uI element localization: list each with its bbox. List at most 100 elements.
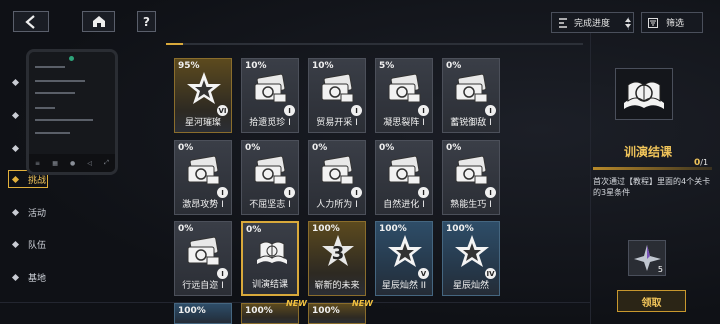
card-percent: 100% <box>312 306 340 316</box>
sort-arrows-icon <box>625 18 631 28</box>
card-title: 星河璀璨 <box>184 118 221 128</box>
card-title: 拾遗觅珍 I <box>249 118 291 128</box>
menu-icon: ≡ <box>35 159 41 167</box>
star-icon <box>453 233 491 269</box>
achievement-card[interactable]: 10% I 贸易开采 I <box>308 58 366 133</box>
achievement-card[interactable]: 0% 训演结课 <box>241 221 299 296</box>
diamond-icon <box>11 208 20 216</box>
text-line <box>35 80 85 82</box>
diamond-icon <box>11 175 20 183</box>
text-line <box>35 132 70 134</box>
achievement-card[interactable]: 95% VI 星河璀璨 <box>174 58 232 133</box>
diamond-icon <box>11 240 20 248</box>
phone-overlay: ≡ ▦ ● ◁ ⤢ <box>26 49 118 175</box>
card-title: 熟能生巧 I <box>450 200 492 210</box>
card-title: 训演结课 <box>251 280 288 290</box>
achievement-card[interactable]: 100% IV 星辰灿然 <box>442 221 500 296</box>
progress-fill <box>166 43 183 45</box>
book-icon <box>624 81 664 109</box>
grid-icon: ▦ <box>52 159 58 167</box>
achievement-card[interactable]: 0% I 激昂攻势 I <box>174 140 232 215</box>
text-line <box>35 66 65 68</box>
achievement-card[interactable]: 0% I 熟能生巧 I <box>442 140 500 215</box>
card-percent: 100% <box>245 306 273 316</box>
card-title: 星辰灿然 <box>452 281 489 291</box>
detail-title: 训演结课 <box>623 145 672 159</box>
card-percent: 100% <box>178 306 206 316</box>
camera-icon <box>453 152 491 188</box>
claim-button[interactable]: 领取 <box>617 290 686 312</box>
card-title: 蓄锐御敌 I <box>450 118 492 128</box>
achievement-card[interactable]: 5% I 凝思裂阵 I <box>375 58 433 133</box>
phone-nav-bar: ≡ ▦ ● ◁ ⤢ <box>29 154 115 172</box>
camera-icon <box>252 152 290 188</box>
reward-count: 5 <box>657 265 663 274</box>
expand-icon: ⤢ <box>104 159 109 166</box>
star-icon <box>386 233 424 269</box>
claim-label: 领取 <box>641 297 662 309</box>
achievement-card[interactable]: 100% <box>174 303 232 324</box>
camera-icon <box>453 70 491 106</box>
achievement-card[interactable]: 0% I 行远自迩 I <box>174 221 232 296</box>
card-title: 不屈坚志 I <box>249 200 291 210</box>
home-icon <box>92 16 105 27</box>
sort-label: 完成进度 <box>574 19 611 29</box>
achievement-card[interactable]: 0% I 自然进化 I <box>375 140 433 215</box>
back-button[interactable] <box>13 11 49 32</box>
sidebar-item-label: 基地 <box>28 273 47 284</box>
scroll-progress-bar <box>166 43 583 45</box>
card-title: 星辰灿然 II <box>381 281 427 291</box>
three-icon: 3 <box>319 233 357 269</box>
card-title: 自然进化 I <box>383 200 425 210</box>
sidebar-item-events[interactable]: 活动 <box>11 203 73 221</box>
camera-icon <box>386 70 424 106</box>
reward-item[interactable]: 5 <box>628 240 666 276</box>
diamond-icon <box>11 144 20 152</box>
camera-icon <box>319 70 357 106</box>
help-button[interactable]: ? <box>137 11 156 32</box>
diamond-icon <box>11 273 20 281</box>
achievement-card[interactable]: 100% V 星辰灿然 II <box>375 221 433 296</box>
achievement-card[interactable]: 10% I 拾遗觅珍 I <box>241 58 299 133</box>
diamond-icon <box>11 78 20 86</box>
card-title: 凝思裂阵 I <box>383 118 425 128</box>
detail-icon-frame <box>615 68 673 120</box>
filter-button[interactable]: 筛选 <box>641 12 703 33</box>
achievement-card[interactable]: 0% I 蓄锐御敌 I <box>442 58 500 133</box>
sort-dropdown[interactable]: 完成进度 <box>551 12 634 33</box>
sort-icon <box>559 17 567 28</box>
detail-underline <box>593 167 712 170</box>
book-icon <box>253 234 291 270</box>
detail-description: 首次通过【教程】里面的4个关卡的3星条件 <box>593 177 711 197</box>
camera-icon <box>386 152 424 188</box>
text-line <box>35 119 93 121</box>
card-title: 行远自迩 I <box>182 281 224 291</box>
progress-total: /1 <box>700 158 709 167</box>
filter-icon <box>648 17 658 28</box>
diamond-icon <box>11 111 20 119</box>
camera-icon <box>185 233 223 269</box>
sidebar-item-base[interactable]: 基地 <box>11 268 73 286</box>
camera-icon <box>252 70 290 106</box>
home-dot-icon: ● <box>69 159 76 167</box>
home-button[interactable] <box>82 11 115 32</box>
new-badge: NEW <box>352 299 373 308</box>
achievement-card[interactable]: 0% I 不屈坚志 I <box>241 140 299 215</box>
text-line <box>35 107 55 109</box>
sidebar-item-label: 队伍 <box>28 240 47 251</box>
chevron-left-icon <box>25 14 35 29</box>
camera-icon <box>185 152 223 188</box>
filter-label: 筛选 <box>666 19 685 29</box>
help-label: ? <box>143 14 150 29</box>
text-line <box>35 92 75 94</box>
camera-icon <box>319 152 357 188</box>
grid-line <box>590 30 591 324</box>
svg-text:3: 3 <box>332 243 345 264</box>
sidebar-item-label: 活动 <box>28 208 47 219</box>
achievement-card[interactable]: 0% I 人力所为 I <box>308 140 366 215</box>
status-dot <box>69 56 74 61</box>
sidebar-item-team[interactable]: 队伍 <box>11 235 73 253</box>
card-title: 崭新的未来 <box>314 281 360 291</box>
achievement-card[interactable]: 100% 3 崭新的未来 <box>308 221 366 296</box>
back-icon: ◁ <box>87 159 92 167</box>
